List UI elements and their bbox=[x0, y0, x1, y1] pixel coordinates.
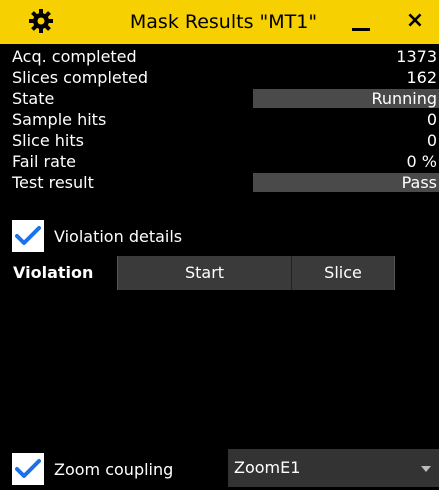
result-row-sample-hits: Sample hits 0 bbox=[0, 109, 439, 130]
title-bar: Mask Results "MT1" × bbox=[0, 0, 439, 44]
column-header-slice[interactable]: Slice bbox=[292, 256, 395, 290]
checkmark-icon bbox=[15, 459, 41, 478]
result-value: 0 % bbox=[406, 152, 437, 171]
zoom-coupling-label: Zoom coupling bbox=[54, 459, 174, 479]
result-row-acq-completed: Acq. completed 1373 bbox=[0, 46, 439, 67]
minimize-icon[interactable] bbox=[348, 8, 374, 36]
result-row-state: State Running bbox=[0, 88, 439, 109]
chevron-down-icon bbox=[421, 466, 431, 472]
result-row-slices-completed: Slices completed 162 bbox=[0, 67, 439, 88]
result-label: Sample hits bbox=[12, 110, 107, 129]
result-value: 162 bbox=[406, 68, 437, 87]
column-header-violation[interactable]: Violation bbox=[10, 256, 117, 290]
result-value: 0 bbox=[426, 131, 437, 150]
violation-details-checkbox[interactable] bbox=[12, 220, 44, 252]
zoom-select[interactable]: ZoomE1 bbox=[228, 449, 439, 487]
result-row-slice-hits: Slice hits 0 bbox=[0, 130, 439, 151]
results-list: Acq. completed 1373 Slices completed 162… bbox=[0, 46, 439, 193]
violation-details-toggle[interactable]: Violation details bbox=[12, 218, 182, 254]
result-label: Test result bbox=[12, 173, 94, 192]
checkmark-icon bbox=[15, 226, 41, 245]
result-row-fail-rate: Fail rate 0 % bbox=[0, 151, 439, 172]
result-label: Slice hits bbox=[12, 131, 84, 150]
violation-table-header: Violation Start Slice bbox=[10, 256, 395, 290]
close-icon[interactable]: × bbox=[400, 6, 430, 36]
state-value: Running bbox=[253, 89, 439, 108]
result-row-test-result: Test result Pass bbox=[0, 172, 439, 193]
result-label: Slices completed bbox=[12, 68, 148, 87]
zoom-coupling-checkbox[interactable] bbox=[12, 453, 44, 485]
column-header-start[interactable]: Start bbox=[117, 256, 292, 290]
result-value: 1373 bbox=[396, 47, 437, 66]
zoom-coupling-toggle[interactable]: Zoom coupling bbox=[12, 451, 173, 487]
test-result-value: Pass bbox=[253, 173, 439, 192]
violation-table: Violation Start Slice bbox=[0, 256, 439, 446]
result-label: State bbox=[12, 89, 55, 108]
result-label: Fail rate bbox=[12, 152, 77, 171]
result-label: Acq. completed bbox=[12, 47, 137, 66]
result-value: 0 bbox=[426, 110, 437, 129]
zoom-select-value: ZoomE1 bbox=[234, 458, 301, 477]
violation-details-label: Violation details bbox=[54, 226, 183, 246]
